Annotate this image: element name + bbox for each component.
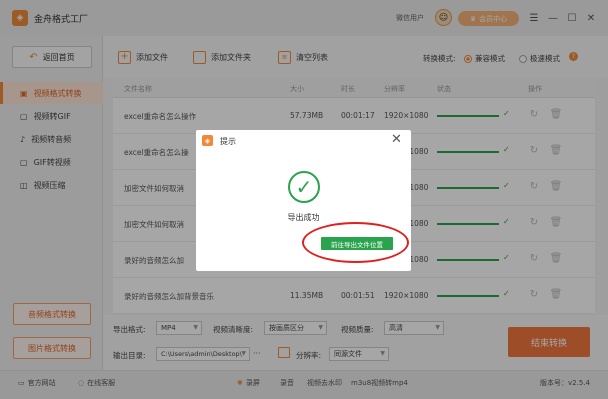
dialog-close-icon[interactable]: ✕	[391, 132, 402, 147]
dialog-message: 导出成功	[287, 213, 320, 222]
highlight-ellipse	[302, 222, 409, 263]
success-check-icon: ✓	[288, 171, 320, 203]
dialog-logo-icon: ◈	[202, 135, 213, 146]
dialog-title: 提示	[220, 137, 236, 146]
